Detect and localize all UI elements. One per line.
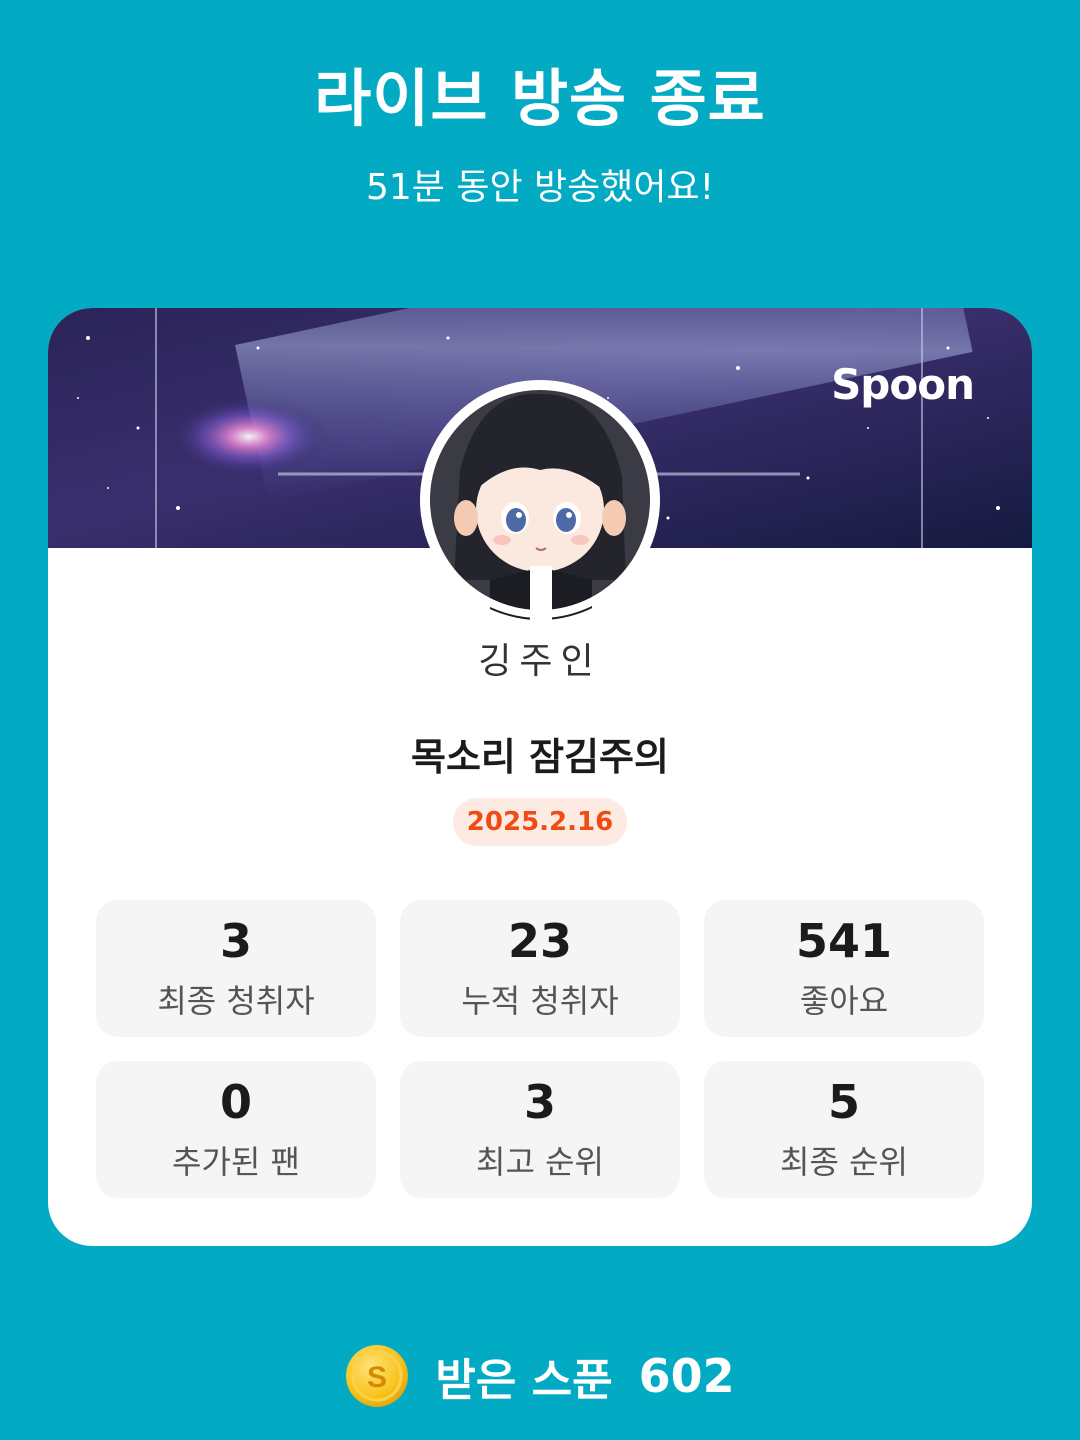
username: 깅주인 (478, 641, 602, 682)
broadcast-date-badge: 2025.2.16 (453, 798, 627, 846)
avatar[interactable] (420, 380, 660, 620)
stat-label: 누적 청취자 (461, 982, 619, 1020)
received-spoons-count: 602 (638, 1349, 735, 1403)
stat-value: 0 (219, 1075, 252, 1129)
stat-value: 541 (795, 914, 893, 968)
spoon-coin-icon: S (345, 1344, 409, 1408)
stat-likes: 541 좋아요 (704, 900, 984, 1037)
stat-final-listeners: 3 최종 청취자 (96, 900, 376, 1037)
broadcast-title: 목소리 잠김주의 (411, 735, 669, 779)
broadcast-summary-card: Spoon 깅주인 목소리 잠김주의 2025.2.16 3 최종 청취자 23… (48, 308, 1032, 1246)
stat-label: 최종 청취자 (157, 982, 315, 1020)
page-title: 라이브 방송 종료 (314, 62, 766, 135)
broadcast-duration-text: 51분 동안 방송했어요! (365, 167, 715, 208)
stats-grid: 3 최종 청취자 23 누적 청취자 541 좋아요 0 추가된 팬 3 최고 … (96, 900, 984, 1198)
stat-value: 5 (827, 1075, 860, 1129)
stat-value: 3 (523, 1075, 556, 1129)
stat-highest-rank: 3 최고 순위 (400, 1061, 680, 1198)
stat-new-fans: 0 추가된 팬 (96, 1061, 376, 1198)
stat-label: 좋아요 (799, 982, 889, 1020)
stat-label: 추가된 팬 (172, 1143, 300, 1181)
received-spoons-label: 받은 스푼 (435, 1355, 613, 1406)
received-spoons-summary: S 받은 스푼 602 (0, 1344, 1080, 1408)
stat-label: 최종 순위 (780, 1143, 908, 1181)
stat-value: 3 (219, 914, 252, 968)
stat-value: 23 (507, 914, 572, 968)
svg-text:S: S (367, 1361, 387, 1394)
stat-final-rank: 5 최종 순위 (704, 1061, 984, 1198)
stat-label: 최고 순위 (476, 1143, 604, 1181)
stat-total-listeners: 23 누적 청취자 (400, 900, 680, 1037)
spoon-logo: Spoon (831, 360, 975, 409)
